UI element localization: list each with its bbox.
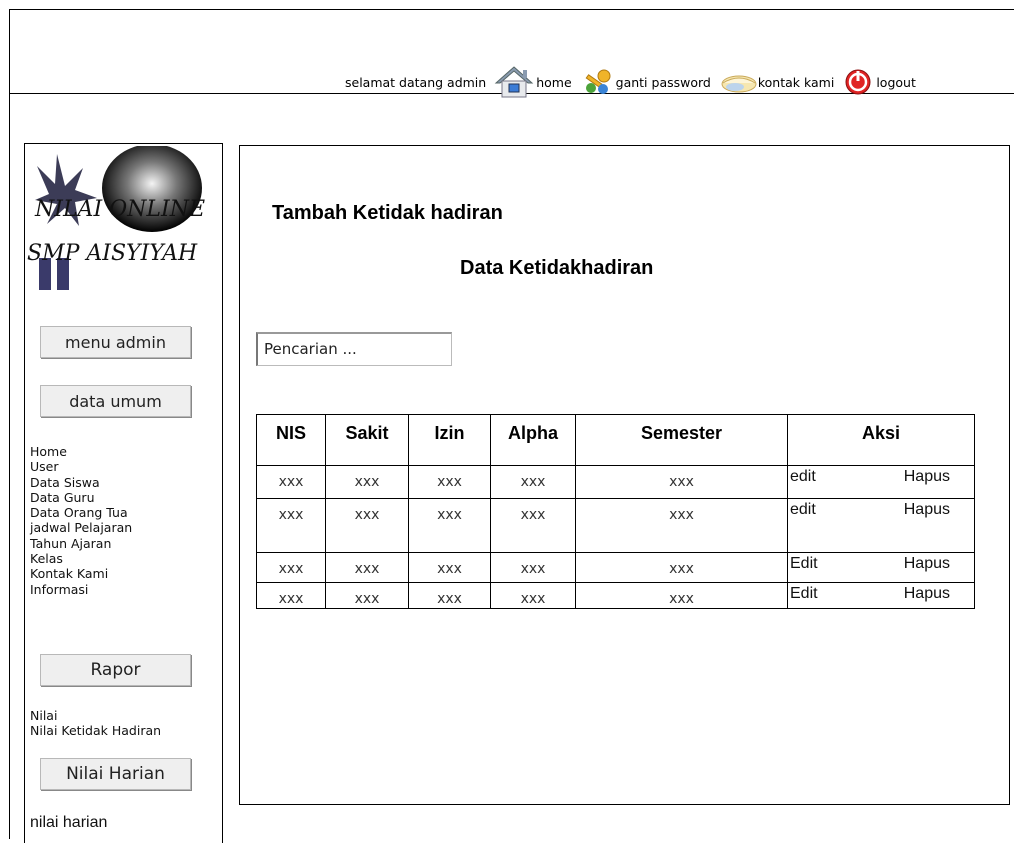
cell-alpha: xxx <box>490 552 576 583</box>
main-panel: Tambah Ketidak hadiran Data Ketidakhadir… <box>239 145 1010 805</box>
sidebar-item-user[interactable]: User <box>30 459 132 474</box>
cell-sakit: xxx <box>325 498 409 553</box>
rapor-button[interactable]: Rapor <box>40 654 191 686</box>
sidebar-item-kontak-kami[interactable]: Kontak Kami <box>30 566 132 581</box>
hapus-link[interactable]: Hapus <box>904 555 950 573</box>
cell-aksi: Edit Hapus <box>787 582 975 609</box>
cell-nis: xxx <box>256 498 326 553</box>
cell-nis: xxx <box>256 552 326 583</box>
table-header-row: NIS Sakit Izin Alpha Semester Aksi <box>256 414 975 466</box>
col-header-sakit: Sakit <box>325 414 409 466</box>
top-nav: selamat datang admin home ganti password… <box>345 65 916 99</box>
cell-izin: xxx <box>408 498 491 553</box>
col-header-semester: Semester <box>575 414 788 466</box>
edit-link[interactable]: edit <box>790 468 816 486</box>
cell-izin: xxx <box>408 582 491 609</box>
cell-aksi: edit Hapus <box>787 498 975 553</box>
table-row: xxx xxx xxx xxx xxx Edit Hapus <box>256 552 975 583</box>
sidebar-item-tahun-ajaran[interactable]: Tahun Ajaran <box>30 536 132 551</box>
sidebar-item-jadwal-pelajaran[interactable]: jadwal Pelajaran <box>30 520 132 535</box>
cell-izin: xxx <box>408 465 491 499</box>
logo-text-line2: SMP AISYIYAH <box>27 241 198 266</box>
cell-sakit: xxx <box>325 582 409 609</box>
col-header-izin: Izin <box>408 414 491 466</box>
data-umum-links: Home User Data Siswa Data Guru Data Oran… <box>30 444 132 597</box>
cell-alpha: xxx <box>490 582 576 609</box>
logout-label: logout <box>876 74 916 90</box>
table-row: xxx xxx xxx xxx xxx edit Hapus <box>256 465 975 499</box>
sidebar: NILAI ONLINE SMP AISYIYAH menu admin dat… <box>24 143 223 843</box>
home-icon <box>494 65 534 99</box>
rapor-links: Nilai Nilai Ketidak Hadiran <box>30 708 161 739</box>
col-header-aksi: Aksi <box>787 414 975 466</box>
edit-link[interactable]: Edit <box>790 585 818 603</box>
sidebar-item-nilai-ketidak-hadiran[interactable]: Nilai Ketidak Hadiran <box>30 723 161 738</box>
cell-nis: xxx <box>256 465 326 499</box>
logout-link[interactable]: logout <box>844 68 916 96</box>
sidebar-item-data-guru[interactable]: Data Guru <box>30 490 132 505</box>
sidebar-item-kelas[interactable]: Kelas <box>30 551 132 566</box>
power-icon <box>844 68 872 96</box>
menu-admin-button[interactable]: menu admin <box>40 326 191 358</box>
sidebar-item-data-siswa[interactable]: Data Siswa <box>30 475 132 490</box>
key-users-icon <box>582 68 614 96</box>
col-header-nis: NIS <box>256 414 326 466</box>
home-label: home <box>536 74 572 90</box>
edit-link[interactable]: edit <box>790 501 816 519</box>
school-logo: NILAI ONLINE SMP AISYIYAH <box>27 144 217 296</box>
kontak-kami-label: kontak kami <box>757 74 835 90</box>
sidebar-item-nilai-harian[interactable]: nilai harian <box>30 814 107 830</box>
hapus-link[interactable]: Hapus <box>904 585 950 603</box>
cell-nis: xxx <box>256 582 326 609</box>
edit-link[interactable]: Edit <box>790 555 818 573</box>
sidebar-item-data-orang-tua[interactable]: Data Orang Tua <box>30 505 132 520</box>
ganti-password-link[interactable]: ganti password <box>582 68 711 96</box>
data-umum-button[interactable]: data umum <box>40 385 191 417</box>
search-input[interactable]: Pencarian ... <box>256 332 452 366</box>
home-link[interactable]: home <box>494 65 572 99</box>
page-left-border <box>9 94 10 839</box>
tambah-ketidakhadiran-link[interactable]: Tambah Ketidak hadiran <box>272 202 503 225</box>
cell-semester: xxx <box>575 582 788 609</box>
nilai-harian-button[interactable]: Nilai Harian <box>40 758 191 790</box>
hapus-link[interactable]: Hapus <box>904 501 950 519</box>
cell-alpha: xxx <box>490 465 576 499</box>
logo-text-line1: NILAI ONLINE <box>34 197 205 222</box>
col-header-alpha: Alpha <box>490 414 576 466</box>
top-header: selamat datang admin home ganti password… <box>9 9 1014 98</box>
attendance-table: NIS Sakit Izin Alpha Semester Aksi xxx x… <box>256 414 975 609</box>
cell-sakit: xxx <box>325 552 409 583</box>
nilai-harian-links: nilai harian <box>30 814 107 830</box>
sidebar-item-informasi[interactable]: Informasi <box>30 582 132 597</box>
hapus-link[interactable]: Hapus <box>904 468 950 486</box>
cell-izin: xxx <box>408 552 491 583</box>
table-row: xxx xxx xxx xxx xxx Edit Hapus <box>256 582 975 609</box>
cell-semester: xxx <box>575 552 788 583</box>
envelope-icon <box>721 71 757 93</box>
cell-alpha: xxx <box>490 498 576 553</box>
ganti-password-label: ganti password <box>615 74 711 90</box>
cell-semester: xxx <box>575 498 788 553</box>
kontak-kami-link[interactable]: kontak kami <box>721 71 834 93</box>
sidebar-item-nilai[interactable]: Nilai <box>30 708 161 723</box>
page-title: Data Ketidakhadiran <box>460 257 654 279</box>
cell-sakit: xxx <box>325 465 409 499</box>
cell-aksi: Edit Hapus <box>787 552 975 583</box>
cell-aksi: edit Hapus <box>787 465 975 499</box>
cell-semester: xxx <box>575 465 788 499</box>
welcome-text: selamat datang admin <box>345 74 487 90</box>
sidebar-item-home[interactable]: Home <box>30 444 132 459</box>
table-row: xxx xxx xxx xxx xxx edit Hapus <box>256 498 975 553</box>
